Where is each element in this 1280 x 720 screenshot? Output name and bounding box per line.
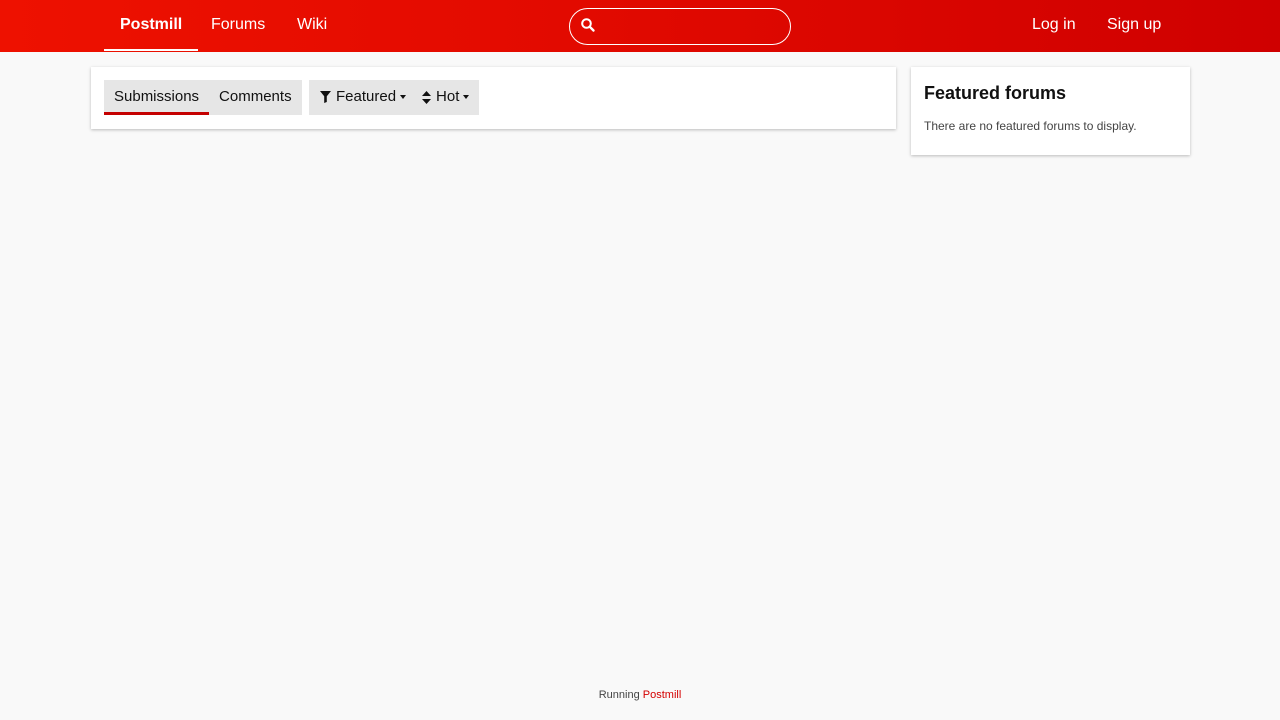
featured-forums-card: Featured forums There are no featured fo… xyxy=(911,67,1190,155)
filter-label: Featured xyxy=(336,88,397,105)
search-box[interactable] xyxy=(569,8,791,45)
search-input[interactable] xyxy=(604,15,780,39)
chevron-down-icon xyxy=(400,95,407,100)
search-icon xyxy=(581,18,595,32)
nav-wiki[interactable]: Wiki xyxy=(281,0,343,52)
view-tabs: Submissions Comments xyxy=(104,80,302,115)
footer-postmill-link[interactable]: Postmill xyxy=(643,689,682,701)
filter-dropdown[interactable]: Featured xyxy=(309,80,416,115)
sort-dropdown[interactable]: Hot xyxy=(416,80,479,115)
filter-sort-group: Featured Hot xyxy=(309,80,480,115)
featured-forums-title: Featured forums xyxy=(924,83,1067,103)
nav-home-brand[interactable]: Postmill xyxy=(104,0,199,52)
tab-submissions-label: Submissions xyxy=(114,88,200,105)
sort-label: Hot xyxy=(436,88,460,105)
login-link[interactable]: Log in xyxy=(1016,0,1092,52)
filter-icon xyxy=(320,91,331,104)
tab-comments[interactable]: Comments xyxy=(209,80,302,115)
nav-forums[interactable]: Forums xyxy=(195,0,281,52)
featured-forums-empty-text: There are no featured forums to display. xyxy=(924,119,1137,133)
signup-link[interactable]: Sign up xyxy=(1091,0,1177,52)
footer-prefix: Running xyxy=(598,689,640,701)
top-navigation: Postmill Forums Wiki Log in Sign up xyxy=(0,0,1280,52)
sort-icon xyxy=(422,90,432,104)
tab-submissions[interactable]: Submissions xyxy=(104,80,210,115)
page-footer: Running Postmill xyxy=(0,689,1280,701)
chevron-down-icon xyxy=(463,95,470,100)
tab-comments-label: Comments xyxy=(219,88,292,105)
submissions-toolbar-card: Submissions Comments Featured Hot xyxy=(91,67,896,129)
